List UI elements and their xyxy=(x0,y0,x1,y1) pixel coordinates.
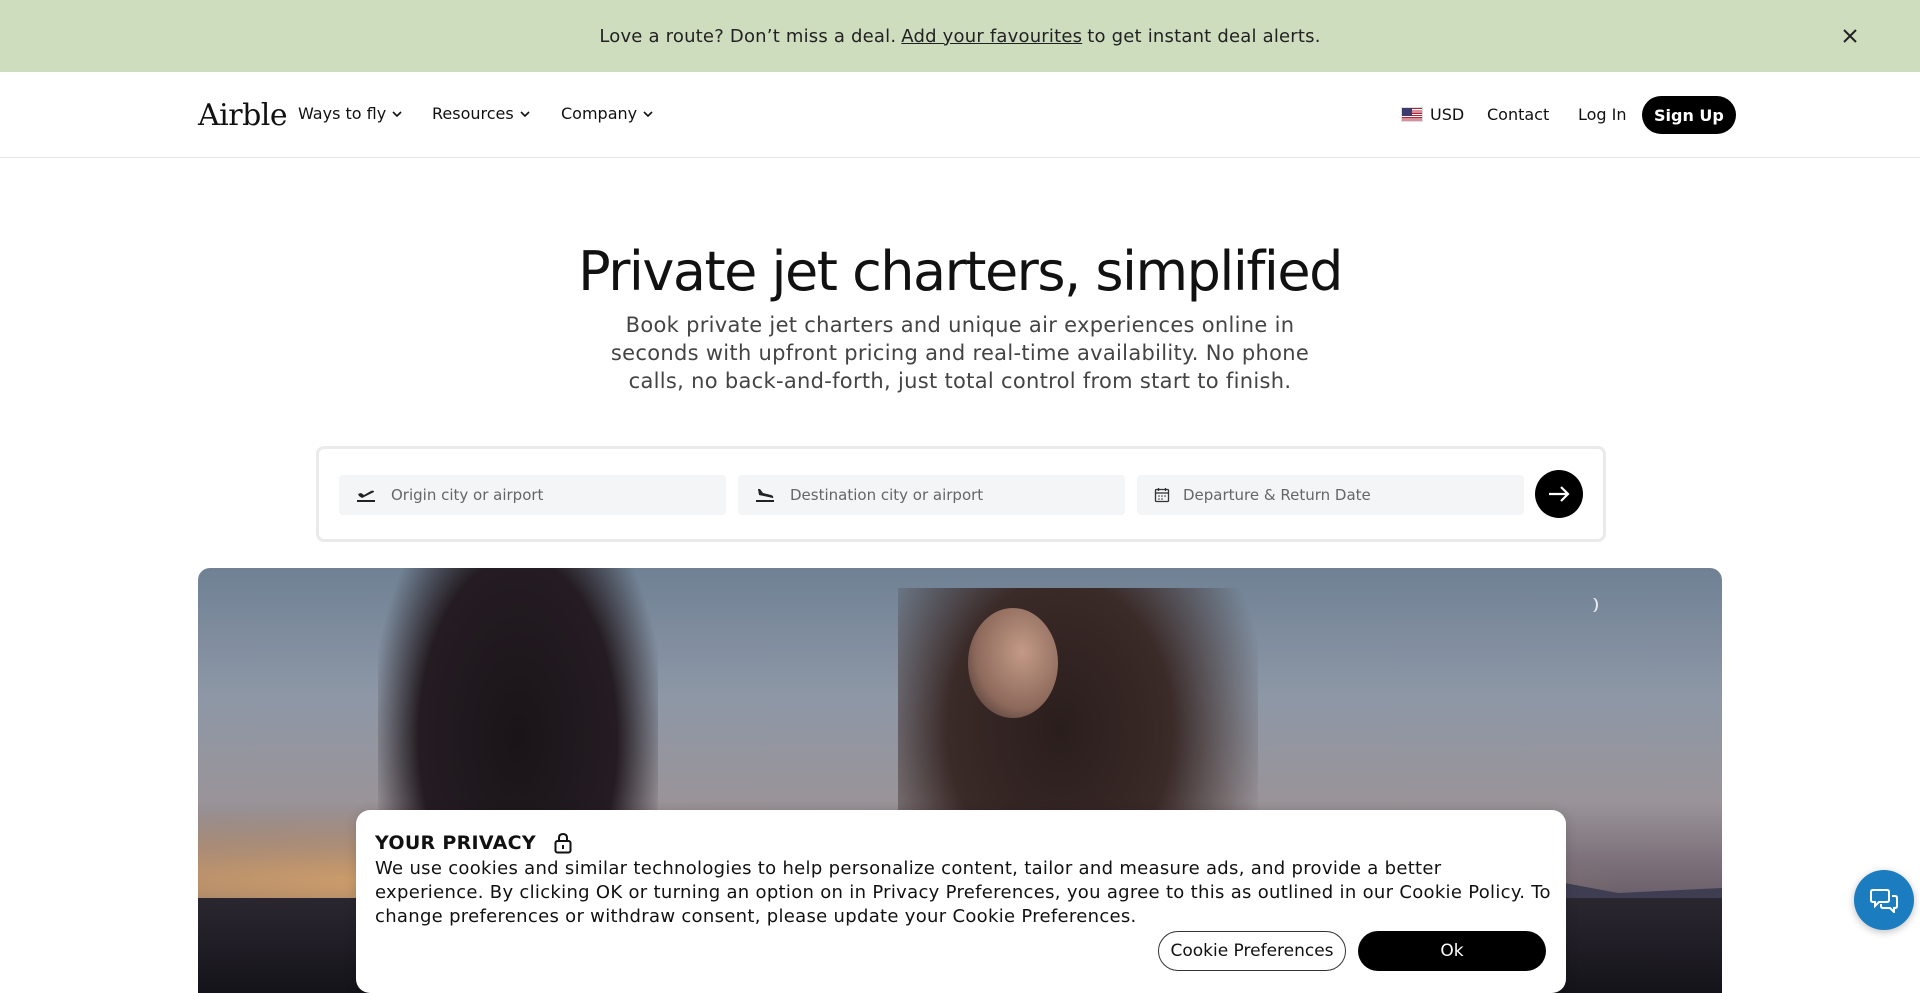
promo-banner: Love a route? Don’t miss a deal. Add you… xyxy=(0,0,1920,72)
chevron-down-icon xyxy=(520,110,530,117)
search-submit-button[interactable] xyxy=(1535,470,1583,518)
nav-label: Resources xyxy=(432,104,514,123)
chat-icon xyxy=(1870,889,1898,913)
chevron-down-icon xyxy=(643,110,653,117)
nav-ways-to-fly[interactable]: Ways to fly xyxy=(298,104,402,123)
date-field[interactable] xyxy=(1137,475,1524,515)
chevron-down-icon xyxy=(392,110,402,117)
takeoff-icon xyxy=(355,484,377,506)
currency-selector[interactable]: USD xyxy=(1401,94,1464,134)
login-link[interactable]: Log In xyxy=(1578,94,1627,134)
close-icon[interactable] xyxy=(1838,24,1862,48)
destination-input[interactable] xyxy=(790,486,1090,504)
origin-input[interactable] xyxy=(391,486,691,504)
site-header: Airble Ways to fly Resources Company USD… xyxy=(0,72,1920,158)
signup-button[interactable]: Sign Up xyxy=(1642,96,1736,134)
promo-text-after: to get instant deal alerts. xyxy=(1087,25,1321,47)
promo-text-before: Love a route? Don’t miss a deal. xyxy=(599,25,897,47)
contact-link[interactable]: Contact xyxy=(1487,94,1549,134)
cookie-banner: YOUR PRIVACY We use cookies and similar … xyxy=(356,810,1566,993)
hero-subtitle: Book private jet charters and unique air… xyxy=(610,313,1310,393)
flight-search-form xyxy=(316,446,1606,542)
cookie-heading: YOUR PRIVACY xyxy=(375,832,572,854)
us-flag-icon xyxy=(1401,106,1423,122)
nav-company[interactable]: Company xyxy=(561,104,653,123)
destination-field[interactable] xyxy=(738,475,1125,515)
arrow-right-icon xyxy=(1549,486,1570,502)
currency-label: USD xyxy=(1430,104,1465,124)
nav-resources[interactable]: Resources xyxy=(432,104,530,123)
cookie-preferences-button[interactable]: Cookie Preferences xyxy=(1158,931,1346,971)
add-favourites-link[interactable]: Add your favourites xyxy=(901,26,1082,47)
page-title: Private jet charters, simplified xyxy=(578,240,1343,303)
calendar-icon xyxy=(1151,484,1173,506)
lock-icon xyxy=(554,832,572,854)
landing-icon xyxy=(754,484,776,506)
logo[interactable]: Airble xyxy=(198,98,288,133)
origin-field[interactable] xyxy=(339,475,726,515)
cookie-ok-button[interactable]: Ok xyxy=(1358,931,1546,971)
date-input[interactable] xyxy=(1183,486,1483,504)
cookie-body: We use cookies and similar technologies … xyxy=(375,858,1551,927)
nav-label: Ways to fly xyxy=(298,104,387,123)
cookie-title: YOUR PRIVACY xyxy=(375,832,536,854)
nav-label: Company xyxy=(561,104,638,123)
chat-button[interactable] xyxy=(1854,870,1914,930)
